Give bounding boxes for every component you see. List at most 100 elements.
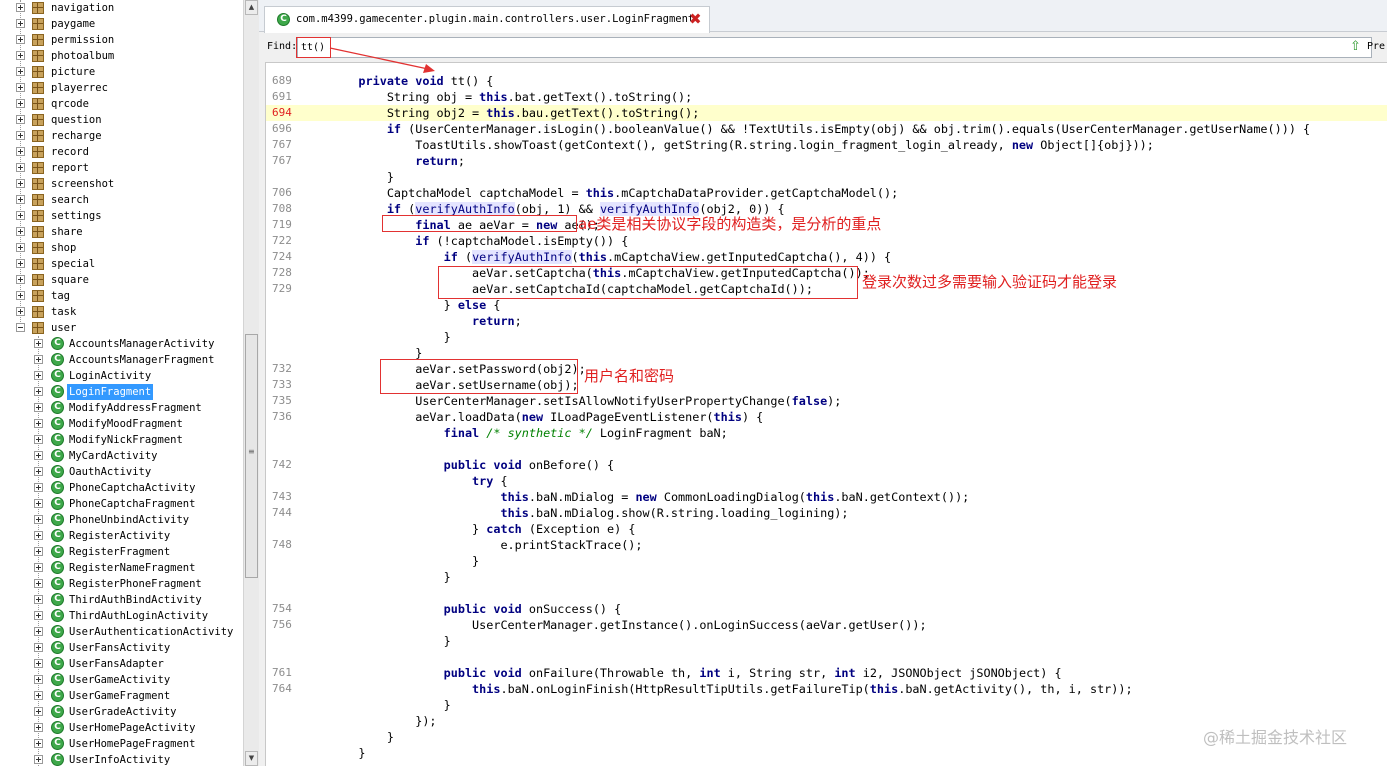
- tree-package-tag[interactable]: tag: [0, 288, 243, 304]
- tree-package-share[interactable]: share: [0, 224, 243, 240]
- tree-package-settings[interactable]: settings: [0, 208, 243, 224]
- expand-icon[interactable]: [16, 307, 25, 316]
- tree-class-LoginFragment[interactable]: C LoginFragment: [0, 384, 243, 400]
- find-input[interactable]: tt(): [297, 37, 1372, 58]
- tree-package-navigation[interactable]: navigation: [0, 0, 243, 16]
- tree-class-AccountsManagerFragment[interactable]: C AccountsManagerFragment: [0, 352, 243, 368]
- expand-icon[interactable]: [34, 675, 43, 684]
- code-line[interactable]: [266, 649, 1386, 665]
- tree-scroll-thumb[interactable]: ≡: [245, 334, 258, 578]
- code-line[interactable]: 767 ToastUtils.showToast(getContext(), g…: [266, 137, 1386, 153]
- tree-class-ModifyAddressFragment[interactable]: C ModifyAddressFragment: [0, 400, 243, 416]
- expand-icon[interactable]: [16, 3, 25, 12]
- package-tree[interactable]: navigation paygame permission photoalbum pic…: [0, 0, 243, 766]
- tree-class-ModifyNickFragment[interactable]: C ModifyNickFragment: [0, 432, 243, 448]
- tree-class-RegisterNameFragment[interactable]: C RegisterNameFragment: [0, 560, 243, 576]
- expand-icon[interactable]: [34, 371, 43, 380]
- expand-icon[interactable]: [34, 355, 43, 364]
- code-line[interactable]: 742 public void onBefore() {: [266, 457, 1386, 473]
- tree-package-screenshot[interactable]: screenshot: [0, 176, 243, 192]
- tree-package-photoalbum[interactable]: photoalbum: [0, 48, 243, 64]
- tree-class-RegisterActivity[interactable]: C RegisterActivity: [0, 528, 243, 544]
- code-line[interactable]: 706 CaptchaModel captchaModel = this.mCa…: [266, 185, 1386, 201]
- expand-icon[interactable]: [16, 259, 25, 268]
- expand-icon[interactable]: [34, 691, 43, 700]
- expand-icon[interactable]: [16, 35, 25, 44]
- expand-icon[interactable]: [34, 483, 43, 492]
- expand-icon[interactable]: [16, 115, 25, 124]
- code-line[interactable]: final /* synthetic */ LoginFragment baN;: [266, 425, 1386, 441]
- tree-class-MyCardActivity[interactable]: C MyCardActivity: [0, 448, 243, 464]
- code-line[interactable]: 735 UserCenterManager.setIsAllowNotifyUs…: [266, 393, 1386, 409]
- expand-icon[interactable]: [34, 467, 43, 476]
- expand-icon[interactable]: [16, 275, 25, 284]
- code-line[interactable]: }: [266, 633, 1386, 649]
- expand-icon[interactable]: [34, 339, 43, 348]
- code-line[interactable]: 767 return;: [266, 153, 1386, 169]
- tree-class-UserGameFragment[interactable]: C UserGameFragment: [0, 688, 243, 704]
- expand-icon[interactable]: [34, 579, 43, 588]
- code-line[interactable]: }: [266, 329, 1386, 345]
- code-line[interactable]: } catch (Exception e) {: [266, 521, 1386, 537]
- tree-package-permission[interactable]: permission: [0, 32, 243, 48]
- tree-class-PhoneCaptchaActivity[interactable]: C PhoneCaptchaActivity: [0, 480, 243, 496]
- prev-button[interactable]: Pre: [1367, 41, 1385, 52]
- collapse-icon[interactable]: [16, 323, 25, 332]
- tree-scrollbar[interactable]: ▲ ≡ ▼: [243, 0, 259, 766]
- expand-icon[interactable]: [16, 195, 25, 204]
- tree-package-recharge[interactable]: recharge: [0, 128, 243, 144]
- tree-class-RegisterFragment[interactable]: C RegisterFragment: [0, 544, 243, 560]
- tree-class-UserInfoActivity[interactable]: C UserInfoActivity: [0, 752, 243, 766]
- code-line[interactable]: }: [266, 169, 1386, 185]
- expand-icon[interactable]: [34, 595, 43, 604]
- code-line[interactable]: }: [266, 697, 1386, 713]
- expand-icon[interactable]: [34, 739, 43, 748]
- code-line[interactable]: 743 this.baN.mDialog = new CommonLoading…: [266, 489, 1386, 505]
- expand-icon[interactable]: [16, 291, 25, 300]
- expand-icon[interactable]: [34, 419, 43, 428]
- expand-icon[interactable]: [34, 707, 43, 716]
- code-line[interactable]: } else {: [266, 297, 1386, 313]
- tree-class-RegisterPhoneFragment[interactable]: C RegisterPhoneFragment: [0, 576, 243, 592]
- expand-icon[interactable]: [16, 99, 25, 108]
- tab-login-fragment[interactable]: C com.m4399.gamecenter.plugin.main.contr…: [264, 6, 710, 33]
- expand-icon[interactable]: [16, 131, 25, 140]
- expand-icon[interactable]: [34, 755, 43, 764]
- expand-icon[interactable]: [34, 659, 43, 668]
- tree-package-user[interactable]: user: [0, 320, 243, 336]
- expand-icon[interactable]: [34, 515, 43, 524]
- tree-package-square[interactable]: square: [0, 272, 243, 288]
- code-editor[interactable]: 689 private void tt() {691 String obj = …: [265, 62, 1387, 766]
- tree-class-UserGameActivity[interactable]: C UserGameActivity: [0, 672, 243, 688]
- tree-package-paygame[interactable]: paygame: [0, 16, 243, 32]
- expand-icon[interactable]: [16, 243, 25, 252]
- code-line[interactable]: 691 String obj = this.bat.getText().toSt…: [266, 89, 1386, 105]
- code-line[interactable]: 696 if (UserCenterManager.isLogin().bool…: [266, 121, 1386, 137]
- tree-class-UserFansActivity[interactable]: C UserFansActivity: [0, 640, 243, 656]
- scroll-down-icon[interactable]: ▼: [245, 751, 258, 766]
- code-line[interactable]: [266, 585, 1386, 601]
- tree-package-playerrec[interactable]: playerrec: [0, 80, 243, 96]
- tree-package-question[interactable]: question: [0, 112, 243, 128]
- tree-class-UserAuthenticationActivity[interactable]: C UserAuthenticationActivity: [0, 624, 243, 640]
- code-line[interactable]: return;: [266, 313, 1386, 329]
- tree-package-task[interactable]: task: [0, 304, 243, 320]
- tree-class-ThirdAuthBindActivity[interactable]: C ThirdAuthBindActivity: [0, 592, 243, 608]
- expand-icon[interactable]: [34, 435, 43, 444]
- code-line[interactable]: [266, 441, 1386, 457]
- expand-icon[interactable]: [34, 499, 43, 508]
- close-icon[interactable]: ✖: [689, 10, 702, 28]
- expand-icon[interactable]: [34, 451, 43, 460]
- expand-icon[interactable]: [16, 67, 25, 76]
- expand-icon[interactable]: [16, 163, 25, 172]
- tree-class-PhoneUnbindActivity[interactable]: C PhoneUnbindActivity: [0, 512, 243, 528]
- arrow-up-icon[interactable]: ⇧: [1350, 39, 1361, 54]
- tree-class-UserHomePageFragment[interactable]: C UserHomePageFragment: [0, 736, 243, 752]
- expand-icon[interactable]: [34, 403, 43, 412]
- tree-package-special[interactable]: special: [0, 256, 243, 272]
- code-line[interactable]: try {: [266, 473, 1386, 489]
- tree-package-shop[interactable]: shop: [0, 240, 243, 256]
- tree-class-LoginActivity[interactable]: C LoginActivity: [0, 368, 243, 384]
- expand-icon[interactable]: [34, 627, 43, 636]
- expand-icon[interactable]: [34, 563, 43, 572]
